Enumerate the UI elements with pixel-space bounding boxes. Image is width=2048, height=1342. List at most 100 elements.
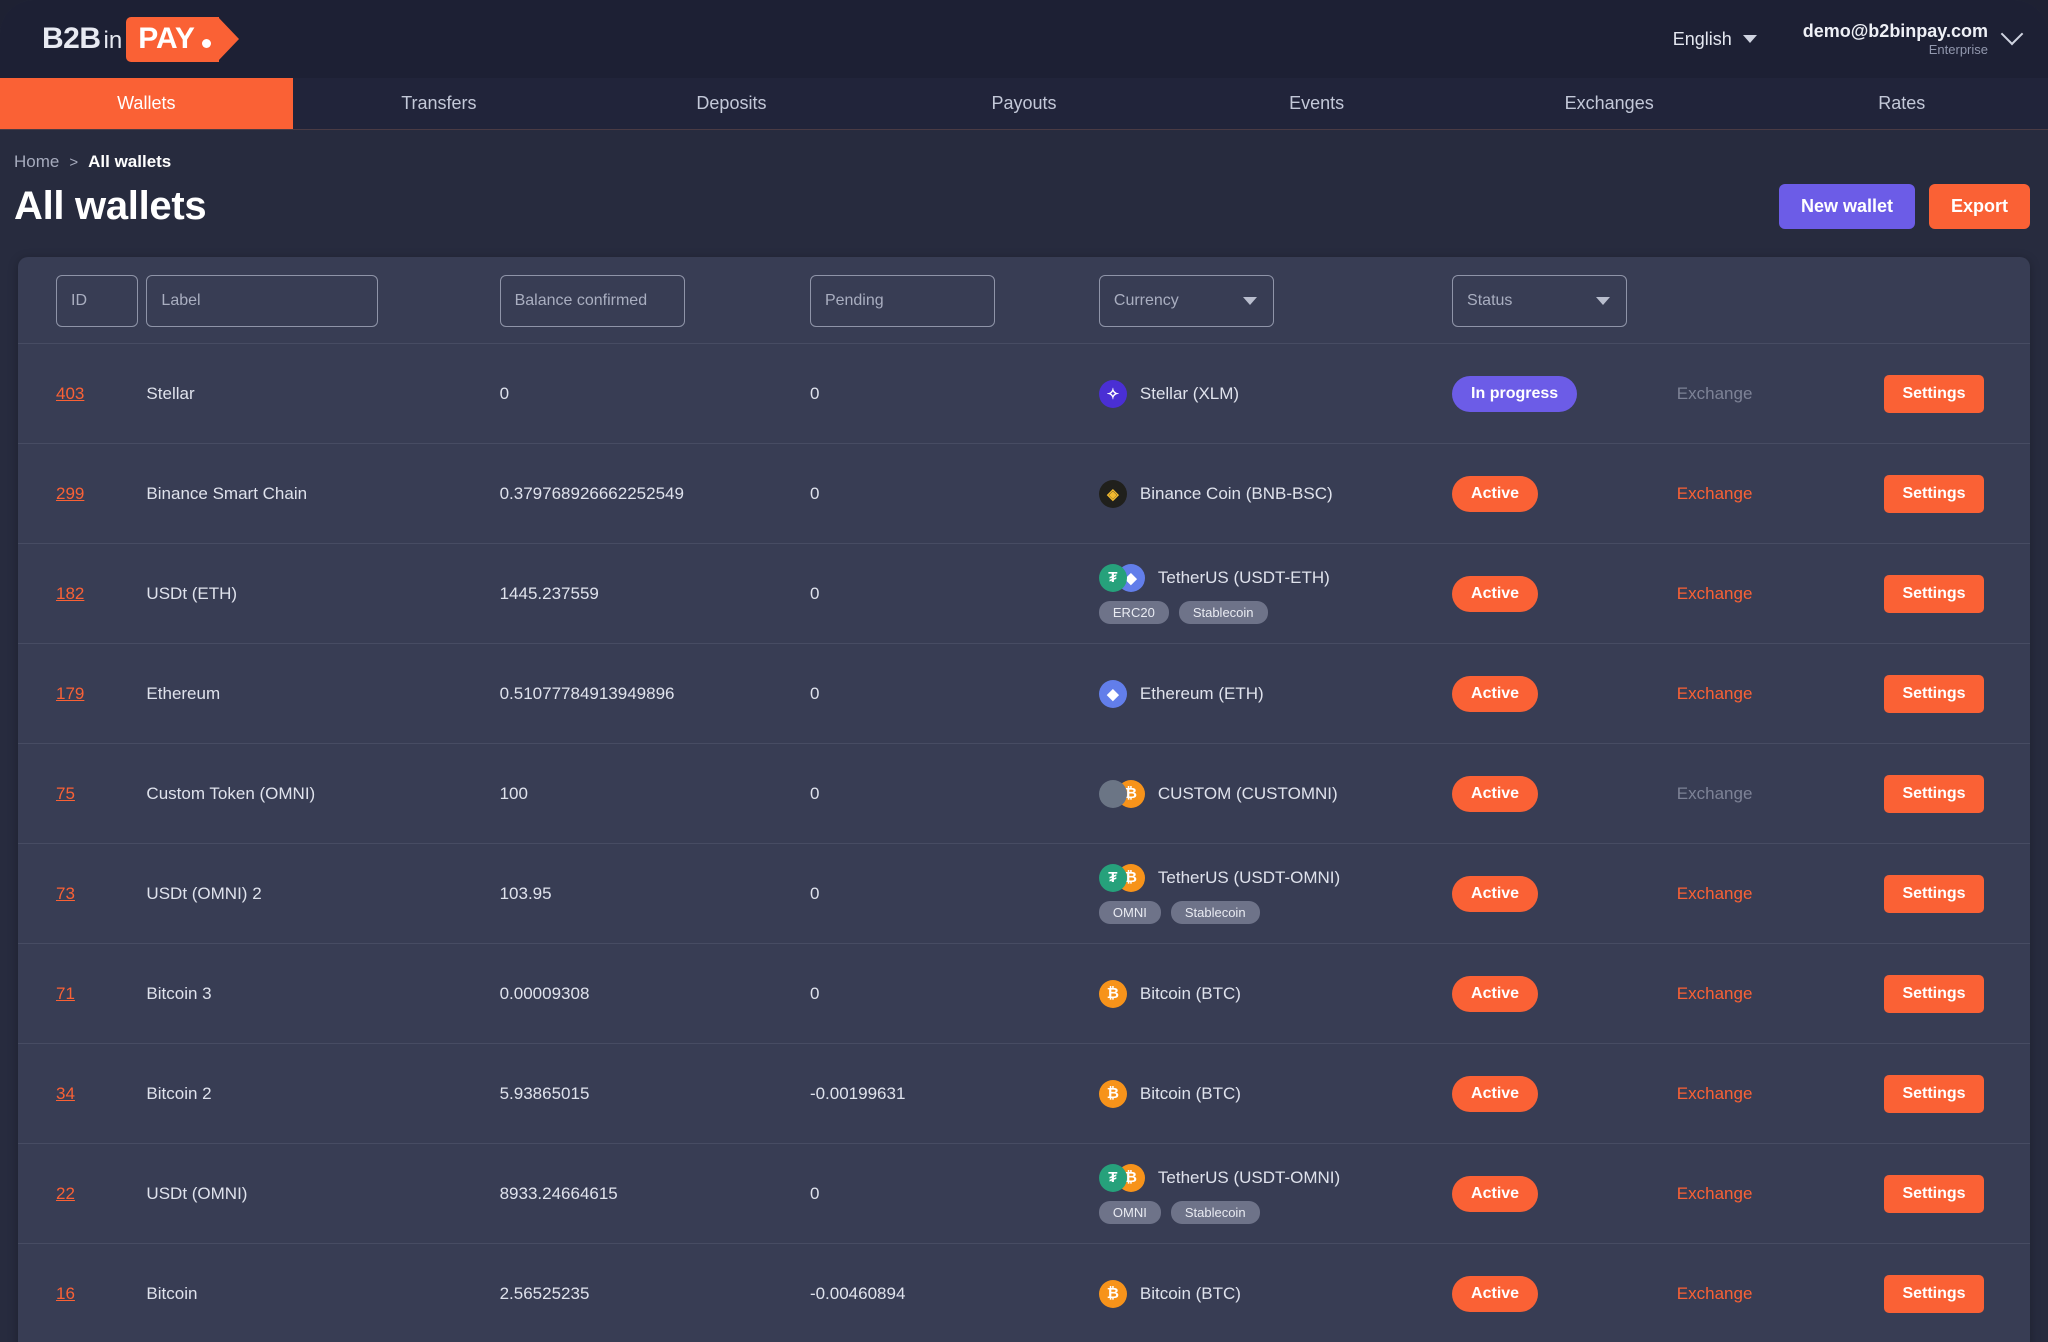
cell-id: 299 xyxy=(18,443,147,544)
status-badge[interactable]: Active xyxy=(1452,975,1539,1012)
filter-cell-status: Status xyxy=(1452,257,1677,344)
currency-tags: OMNI Stablecoin xyxy=(1098,900,1452,924)
breadcrumb-home[interactable]: Home xyxy=(14,152,59,172)
currency-wrapper: ₮ ◆ TetherUS (USDT-ETH) ERC20 Stablecoin xyxy=(1098,563,1452,624)
cell-exchange: Exchange xyxy=(1676,843,1870,944)
settings-button[interactable]: Settings xyxy=(1884,1174,1984,1213)
tab-transfers-label: Transfers xyxy=(401,93,477,113)
chevron-down-icon xyxy=(1242,297,1257,305)
status-badge[interactable]: Active xyxy=(1452,675,1539,712)
custom-coin-icon xyxy=(1098,779,1127,808)
language-selector[interactable]: English xyxy=(1673,29,1757,50)
exchange-link[interactable]: Exchange xyxy=(1677,1284,1753,1303)
filter-cell-balance xyxy=(499,257,810,344)
tab-rates-label: Rates xyxy=(1878,93,1926,113)
filter-balance-confirmed-input[interactable] xyxy=(499,275,685,327)
tab-events[interactable]: Events xyxy=(1170,78,1463,129)
cell-status: Active xyxy=(1452,543,1677,644)
wallet-id-link[interactable]: 182 xyxy=(56,584,84,603)
status-badge[interactable]: Active xyxy=(1452,1075,1539,1112)
currency-tags: ERC20 Stablecoin xyxy=(1098,600,1452,624)
settings-button[interactable]: Settings xyxy=(1884,874,1984,913)
exchange-link: Exchange xyxy=(1676,383,1753,403)
settings-button[interactable]: Settings xyxy=(1884,974,1984,1013)
wallet-id-link[interactable]: 22 xyxy=(56,1184,75,1203)
settings-button[interactable]: Settings xyxy=(1884,474,1984,513)
status-badge[interactable]: Active xyxy=(1452,775,1539,812)
currency-tag: Stablecoin xyxy=(1178,600,1268,624)
pending-value: 0 xyxy=(809,583,820,603)
filter-status-label: Status xyxy=(1467,292,1513,309)
wallet-id-link[interactable]: 16 xyxy=(56,1284,75,1303)
cell-status: Active xyxy=(1452,843,1677,944)
exchange-link[interactable]: Exchange xyxy=(1677,1084,1753,1103)
balance-confirmed-value: 0.00009308 xyxy=(499,983,590,1003)
filter-currency-select[interactable]: Currency xyxy=(1098,275,1274,327)
cell-balance-confirmed: 0 xyxy=(499,343,810,444)
tab-payouts[interactable]: Payouts xyxy=(878,78,1171,129)
pending-value: 0 xyxy=(809,483,820,503)
exchange-link[interactable]: Exchange xyxy=(1677,884,1753,903)
page-header: All wallets New wallet Export xyxy=(0,172,2048,229)
export-button[interactable]: Export xyxy=(1928,184,2030,229)
cell-exchange: Exchange xyxy=(1676,343,1870,444)
filter-status-select[interactable]: Status xyxy=(1452,275,1628,327)
wallet-id-link[interactable]: 73 xyxy=(56,884,75,903)
cell-currency: ₮ ₿ TetherUS (USDT-OMNI) OMNI Stablecoin xyxy=(1098,843,1453,944)
status-badge[interactable]: In progress xyxy=(1452,375,1578,412)
settings-button[interactable]: Settings xyxy=(1884,574,1984,613)
filter-pending-input[interactable] xyxy=(809,275,995,327)
new-wallet-button[interactable]: New wallet xyxy=(1778,184,1915,229)
cell-settings: Settings xyxy=(1869,943,2030,1044)
wallet-id-link[interactable]: 299 xyxy=(56,484,84,503)
currency-main: ◆ Ethereum (ETH) xyxy=(1098,679,1452,708)
breadcrumb: Home > All wallets xyxy=(0,130,2048,172)
filter-id-input[interactable] xyxy=(56,275,138,327)
tab-rates[interactable]: Rates xyxy=(1755,78,2048,129)
status-badge[interactable]: Active xyxy=(1452,1275,1539,1312)
settings-button[interactable]: Settings xyxy=(1884,1074,1984,1113)
currency-wrapper: ₿ CUSTOM (CUSTOMNI) xyxy=(1098,779,1452,808)
settings-button[interactable]: Settings xyxy=(1884,674,1984,713)
status-badge[interactable]: Active xyxy=(1452,1175,1539,1212)
cell-currency: ₿ CUSTOM (CUSTOMNI) xyxy=(1098,743,1453,844)
settings-button[interactable]: Settings xyxy=(1884,1274,1984,1313)
balance-confirmed-value: 0.379768926662252549 xyxy=(499,483,684,503)
wallet-label: USDt (OMNI) xyxy=(146,1183,248,1203)
balance-confirmed-value: 5.93865015 xyxy=(499,1083,590,1103)
bitcoin-coin-icon: ₿ xyxy=(1098,1279,1127,1308)
ethereum-coin-icon: ◆ xyxy=(1098,679,1127,708)
user-info: demo@b2binpay.com Enterprise xyxy=(1803,20,1988,59)
currency-wrapper: ₮ ₿ TetherUS (USDT-OMNI) OMNI Stablecoin xyxy=(1098,1163,1452,1224)
wallet-id-link[interactable]: 34 xyxy=(56,1084,75,1103)
tab-transfers[interactable]: Transfers xyxy=(293,78,586,129)
filter-label-input[interactable] xyxy=(146,275,379,327)
exchange-link[interactable]: Exchange xyxy=(1677,1184,1753,1203)
settings-button[interactable]: Settings xyxy=(1884,774,1984,813)
brand-logo[interactable]: B2B in PAY xyxy=(42,16,239,62)
status-badge[interactable]: Active xyxy=(1452,875,1539,912)
user-menu[interactable]: demo@b2binpay.com Enterprise xyxy=(1803,20,2024,59)
cell-exchange: Exchange xyxy=(1676,443,1870,544)
tab-exchanges[interactable]: Exchanges xyxy=(1463,78,1756,129)
wallet-id-link[interactable]: 75 xyxy=(56,784,75,803)
cell-exchange: Exchange xyxy=(1676,1043,1870,1144)
tab-wallets[interactable]: Wallets xyxy=(0,78,293,129)
wallet-id-link[interactable]: 179 xyxy=(56,684,84,703)
balance-confirmed-value: 0 xyxy=(499,383,510,403)
cell-balance-confirmed: 8933.24664615 xyxy=(499,1143,810,1244)
currency-wrapper: ₿ Bitcoin (BTC) xyxy=(1098,1279,1452,1308)
wallet-id-link[interactable]: 403 xyxy=(56,384,84,403)
exchange-link[interactable]: Exchange xyxy=(1677,584,1753,603)
status-badge[interactable]: Active xyxy=(1452,475,1539,512)
status-badge[interactable]: Active xyxy=(1452,575,1539,612)
exchange-link[interactable]: Exchange xyxy=(1677,684,1753,703)
settings-button[interactable]: Settings xyxy=(1884,374,1984,413)
wallet-id-link[interactable]: 71 xyxy=(56,984,75,1003)
exchange-link[interactable]: Exchange xyxy=(1677,484,1753,503)
exchange-link[interactable]: Exchange xyxy=(1677,984,1753,1003)
cell-balance-confirmed: 0.51077784913949896 xyxy=(499,643,810,744)
wallet-label: Bitcoin 3 xyxy=(146,983,212,1003)
tab-deposits[interactable]: Deposits xyxy=(585,78,878,129)
coin-icon-stack: ₿ xyxy=(1098,779,1145,808)
